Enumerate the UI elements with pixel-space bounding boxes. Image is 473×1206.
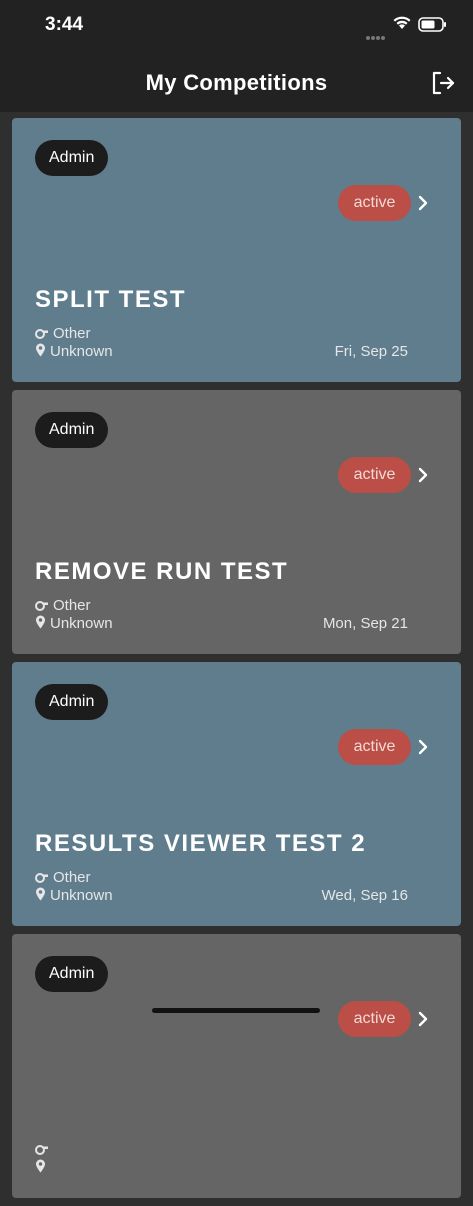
location-row: Unknown	[35, 887, 113, 904]
whistle-icon	[35, 873, 48, 883]
sport-label: Other	[53, 325, 91, 342]
cellular-signal-icon	[366, 27, 386, 45]
competition-date: Wed, Sep 16	[321, 887, 408, 904]
battery-icon	[418, 17, 447, 37]
location-row: Unknown	[35, 615, 113, 632]
status-bar: 3:44	[0, 0, 473, 56]
competition-card[interactable]: Admin active RESULTS VIEWER TEST 2 Other…	[12, 662, 461, 926]
sport-row	[35, 1141, 53, 1158]
location-label: Unknown	[50, 343, 113, 360]
chevron-right-icon[interactable]	[417, 1011, 429, 1032]
location-label: Unknown	[50, 615, 113, 632]
whistle-icon	[35, 329, 48, 339]
competition-card[interactable]: Admin active	[12, 934, 461, 1198]
status-badge: active	[338, 457, 411, 493]
competition-name: SPLIT TEST	[35, 286, 187, 313]
status-badge: active	[338, 1001, 411, 1037]
page-title: My Competitions	[145, 70, 328, 95]
top-app-bar: My Competitions	[0, 56, 473, 112]
home-indicator	[152, 1008, 320, 1013]
sport-row: Other	[35, 597, 91, 614]
competition-list: Admin active SPLIT TEST Other Unknown Fr…	[12, 118, 462, 1206]
chevron-right-icon[interactable]	[417, 467, 429, 488]
status-badge: active	[338, 729, 411, 765]
sport-label: Other	[53, 597, 91, 614]
whistle-icon	[35, 1145, 48, 1155]
competition-date: Mon, Sep 21	[322, 615, 408, 632]
chevron-right-icon[interactable]	[417, 195, 429, 216]
competition-card[interactable]: Admin active REMOVE RUN TEST Other Unkno…	[12, 390, 461, 654]
location-row: Unknown	[35, 343, 113, 360]
location-pin-icon	[36, 1159, 45, 1173]
status-time: 3:44	[45, 14, 84, 35]
role-badge: Admin	[35, 684, 109, 720]
role-badge: Admin	[35, 140, 109, 176]
role-badge: Admin	[35, 412, 109, 448]
role-badge: Admin	[35, 956, 109, 992]
location-pin-icon	[36, 343, 45, 357]
competition-date: Fri, Sep 25	[334, 343, 408, 360]
logout-icon[interactable]	[430, 70, 456, 101]
competition-name: REMOVE RUN TEST	[35, 558, 289, 585]
location-row	[35, 1159, 50, 1176]
wifi-icon	[392, 15, 412, 35]
status-badge: active	[338, 185, 411, 221]
whistle-icon	[35, 601, 48, 611]
sport-row: Other	[35, 325, 91, 342]
sport-label: Other	[53, 869, 91, 886]
competition-card[interactable]: Admin active SPLIT TEST Other Unknown Fr…	[12, 118, 461, 382]
location-pin-icon	[36, 887, 45, 901]
location-label: Unknown	[50, 887, 113, 904]
competition-name: RESULTS VIEWER TEST 2	[35, 830, 367, 857]
chevron-right-icon[interactable]	[417, 739, 429, 760]
location-pin-icon	[36, 615, 45, 629]
sport-row: Other	[35, 869, 91, 886]
